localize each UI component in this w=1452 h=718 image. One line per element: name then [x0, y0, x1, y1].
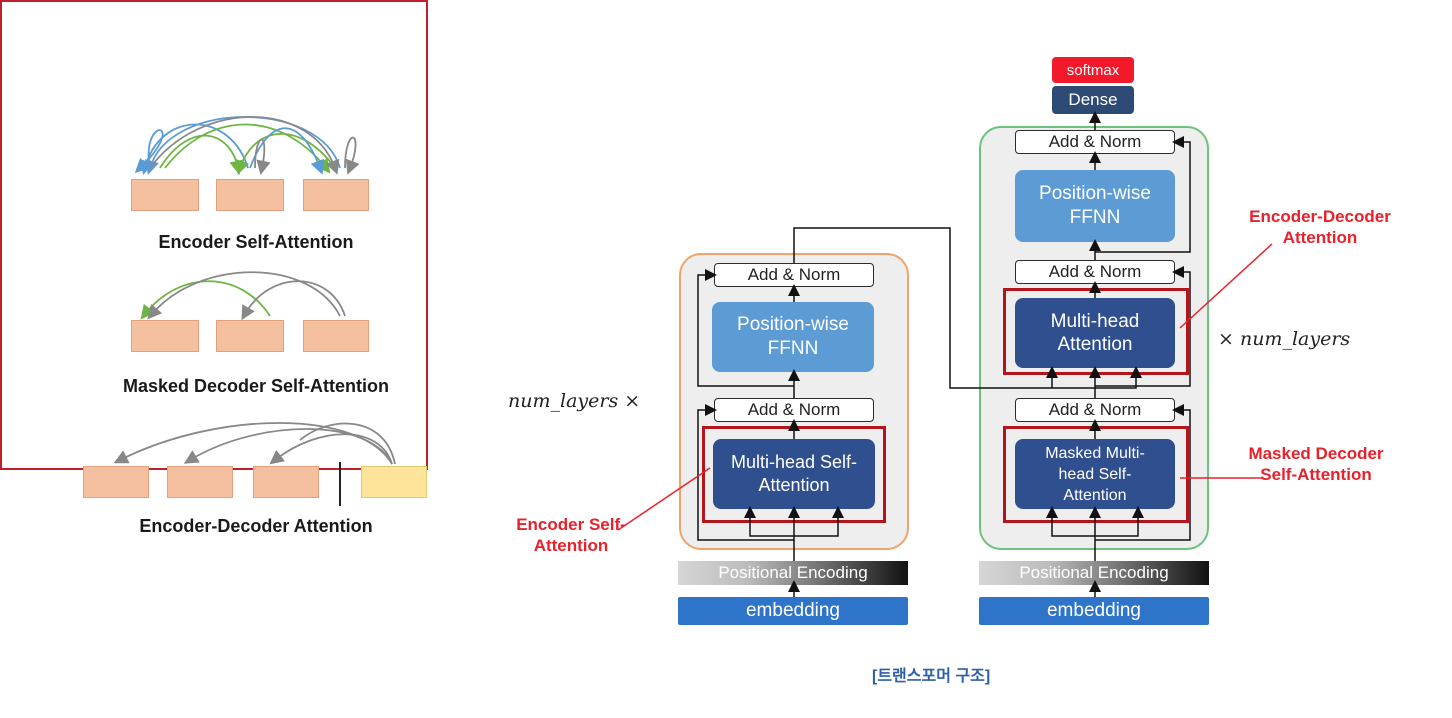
architecture-connectors: [617, 111, 1273, 597]
figure-caption: [트랜스포머 구조]: [872, 668, 991, 685]
